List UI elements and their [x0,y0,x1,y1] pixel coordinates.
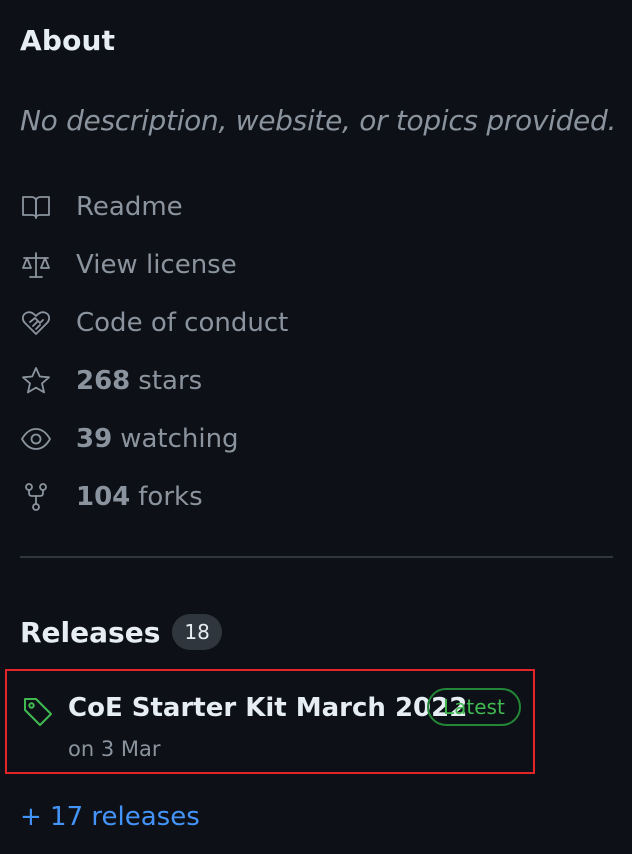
about-heading: About [20,24,116,57]
release-date: on 3 Mar [68,737,161,761]
fork-icon [18,479,54,515]
releases-title-link[interactable]: Releases [20,616,160,649]
more-releases-link[interactable]: + 17 releases [20,802,200,832]
star-icon [18,363,54,399]
releases-header: Releases 18 [20,614,222,650]
license-link[interactable]: View license [18,236,618,294]
watching-count: 39 [76,424,113,454]
eye-icon [18,421,54,457]
latest-release-card[interactable]: CoE Starter Kit March 2022 Latest on 3 M… [5,669,535,774]
code-of-conduct-link[interactable]: Code of conduct [18,294,618,352]
tag-icon [21,695,55,729]
stars-label: stars [138,366,203,396]
stars-link[interactable]: 268 stars [18,352,618,410]
stars-text: 268 stars [76,366,202,396]
section-divider [20,556,613,558]
book-icon [18,189,54,225]
readme-label: Readme [76,192,183,222]
code-of-conduct-label: Code of conduct [76,308,289,338]
forks-label: forks [138,482,203,512]
forks-count: 104 [76,482,131,512]
releases-count-badge: 18 [172,614,222,650]
forks-text: 104 forks [76,482,203,512]
repo-meta-list: Readme View license Code of conduct 268 … [18,178,618,526]
release-name-link[interactable]: CoE Starter Kit March 2022 [68,693,467,723]
watching-link[interactable]: 39 watching [18,410,618,468]
about-description: No description, website, or topics provi… [20,104,617,137]
watching-text: 39 watching [76,424,239,454]
latest-badge: Latest [427,688,521,726]
license-label: View license [76,250,237,280]
forks-link[interactable]: 104 forks [18,468,618,526]
stars-count: 268 [76,366,131,396]
readme-link[interactable]: Readme [18,178,618,236]
scale-icon [18,247,54,283]
heart-handshake-icon [18,305,54,341]
watching-label: watching [120,424,239,454]
